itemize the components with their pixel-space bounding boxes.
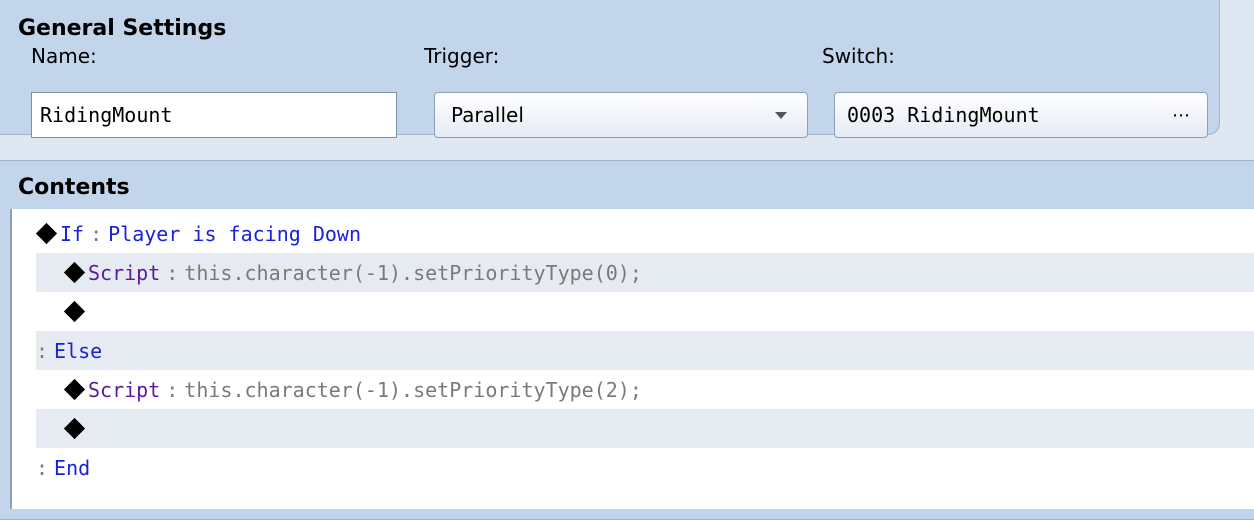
name-label: Name:	[31, 44, 97, 68]
command-row-script[interactable]: Script : this.character(-1).setPriorityT…	[36, 370, 1254, 409]
command-row-end[interactable]: : End	[36, 448, 1254, 487]
diamond-icon	[63, 300, 86, 323]
trigger-selected-value: Parallel	[451, 103, 524, 127]
command-row-if[interactable]: If : Player is facing Down	[35, 214, 1254, 253]
trigger-label: Trigger:	[424, 44, 500, 68]
command-separator: :	[166, 260, 179, 285]
dropdown-arrow-icon	[775, 111, 787, 119]
command-separator: :	[166, 377, 179, 402]
switch-select[interactable]: 0003 RidingMount ⋯	[834, 92, 1208, 138]
diamond-icon	[63, 417, 86, 440]
command-row-script[interactable]: Script : this.character(-1).setPriorityT…	[36, 253, 1254, 292]
event-command-list[interactable]: If : Player is facing Down Script : this…	[10, 209, 1254, 509]
command-name: Script	[88, 377, 161, 402]
command-row-empty[interactable]	[36, 409, 1254, 448]
command-row-else[interactable]: : Else	[36, 331, 1254, 370]
command-separator: :	[90, 221, 103, 246]
command-argument: this.character(-1).setPriorityType(2);	[184, 377, 642, 402]
diamond-icon	[63, 261, 86, 284]
command-name: If	[60, 221, 85, 246]
command-argument: Player is facing Down	[108, 221, 362, 246]
switch-label: Switch:	[822, 44, 895, 68]
name-input[interactable]	[31, 92, 397, 138]
command-name: Script	[88, 260, 161, 285]
contents-title: Contents	[18, 175, 130, 200]
ellipsis-icon[interactable]: ⋯	[1172, 105, 1191, 126]
command-row-empty[interactable]	[36, 292, 1254, 331]
branch-colon: :	[36, 455, 49, 480]
trigger-select[interactable]: Parallel	[434, 92, 808, 138]
diamond-icon	[35, 222, 58, 245]
command-name: End	[54, 455, 91, 480]
command-name: Else	[54, 338, 103, 363]
branch-colon: :	[36, 338, 49, 363]
switch-selected-value: 0003 RidingMount	[847, 103, 1040, 127]
diamond-icon	[63, 378, 86, 401]
general-settings-title: General Settings	[18, 16, 227, 41]
command-argument: this.character(-1).setPriorityType(0);	[184, 260, 642, 285]
